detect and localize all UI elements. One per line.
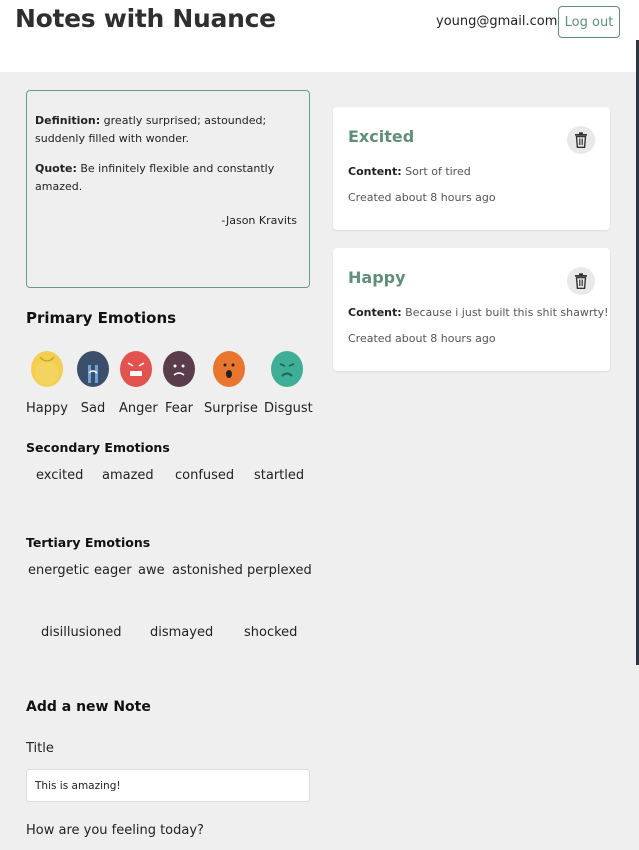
tertiary-emotion[interactable]: awe [138, 563, 165, 578]
quote-text: Quote: Be infinitely flexible and consta… [35, 160, 301, 196]
disgust-face-icon [271, 351, 303, 387]
emotion-sad[interactable]: Sad [77, 351, 109, 416]
emotion-label: Fear [164, 401, 194, 416]
tertiary-emotion[interactable]: astonished [172, 563, 243, 578]
emotion-disgust[interactable]: Disgust [264, 351, 313, 416]
tertiary-emotion[interactable]: perplexed [247, 563, 312, 578]
secondary-emotion[interactable]: amazed [102, 468, 154, 483]
logout-button[interactable]: Log out [558, 6, 620, 38]
angry-face-icon [120, 351, 152, 387]
note-content: Content: Because i just built this shit … [348, 306, 609, 319]
note-created: Created about 8 hours ago [348, 191, 496, 204]
note-card[interactable]: Happy Content: Because i just built this… [333, 248, 610, 371]
emotion-label: Sad [80, 401, 106, 416]
trash-icon [575, 132, 587, 148]
emotion-label: Anger [119, 401, 158, 416]
definition-label: Definition: [35, 114, 101, 127]
note-title: Happy [348, 268, 406, 287]
top-bar: Notes with Nuance young@gmail.com Log ou… [0, 0, 639, 72]
note-title: Excited [348, 127, 415, 146]
primary-emotions-title: Primary Emotions [26, 309, 177, 327]
fear-face-icon [163, 351, 195, 387]
definition-text: Definition: greatly surprised; astounded… [35, 112, 301, 148]
user-email: young@gmail.com [436, 14, 558, 29]
emotion-anger[interactable]: Anger [119, 351, 158, 416]
secondary-emotions-title: Secondary Emotions [26, 440, 170, 455]
secondary-emotion[interactable]: confused [175, 468, 234, 483]
secondary-emotions-row: excited amazed confused startled [0, 468, 320, 488]
trash-icon [575, 273, 587, 289]
primary-emotions-row: Happy Sad Anger Fear Surprise Disgust [26, 351, 316, 421]
title-label: Title [26, 741, 54, 756]
quote-label: Quote: [35, 162, 77, 175]
emotion-fear[interactable]: Fear [162, 351, 196, 416]
app-title[interactable]: Notes with Nuance [15, 4, 276, 33]
tertiary-emotion[interactable]: dismayed [150, 625, 213, 640]
note-created: Created about 8 hours ago [348, 332, 496, 345]
tertiary-emotions-row-2: disillusioned dismayed shocked [0, 625, 320, 645]
emotion-label: Disgust [264, 401, 313, 416]
tertiary-emotions-title: Tertiary Emotions [26, 535, 151, 550]
content-label: Content: [348, 306, 402, 319]
emotion-label: Happy [26, 401, 68, 416]
delete-note-button[interactable] [567, 126, 595, 154]
content-text: Because i just built this shit shawrty! [405, 306, 609, 319]
title-input[interactable] [26, 769, 310, 802]
content-label: Content: [348, 165, 402, 178]
emotion-label: Surprise [204, 401, 258, 416]
tertiary-emotion[interactable]: eager [94, 563, 132, 578]
tertiary-emotion[interactable]: energetic [28, 563, 89, 578]
delete-note-button[interactable] [567, 267, 595, 295]
surprise-face-icon [213, 351, 245, 387]
tertiary-emotion[interactable]: shocked [244, 625, 297, 640]
emotion-surprise[interactable]: Surprise [204, 351, 258, 416]
content-text: Sort of tired [405, 165, 471, 178]
feeling-label: How are you feeling today? [26, 823, 204, 838]
sad-face-icon [77, 351, 109, 387]
emotion-happy[interactable]: Happy [26, 351, 68, 416]
definition-card: Definition: greatly surprised; astounded… [26, 90, 310, 288]
tertiary-emotions-row-1: energetic eager awe astonished perplexed [0, 563, 320, 583]
secondary-emotion[interactable]: excited [36, 468, 83, 483]
tertiary-emotion[interactable]: disillusioned [41, 625, 122, 640]
add-note-title: Add a new Note [26, 699, 151, 715]
secondary-emotion[interactable]: startled [254, 468, 304, 483]
note-content: Content: Sort of tired [348, 165, 471, 178]
quote-author: -Jason Kravits [221, 214, 297, 227]
note-card[interactable]: Excited Content: Sort of tired Created a… [333, 107, 610, 230]
happy-face-icon [31, 351, 63, 387]
